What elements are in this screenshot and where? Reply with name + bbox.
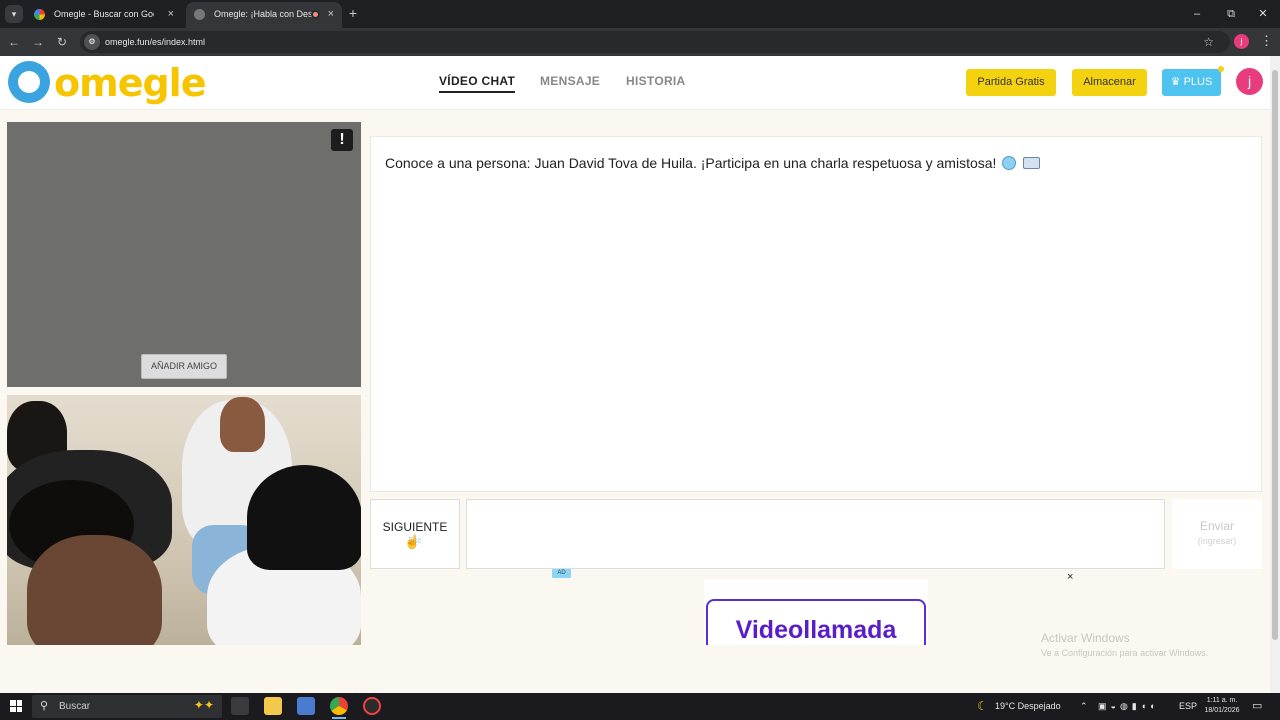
weather-text[interactable]: 19°C Despejado [995,693,1061,720]
new-tab-button[interactable]: + [346,5,360,21]
bookmark-star-icon[interactable]: ☆ [1203,31,1214,53]
recording-indicator-icon [311,10,320,19]
microsoft-store-icon[interactable] [297,697,315,715]
browser-tab-strip: ▾ Omegle - Buscar con Google × Omegle: ¡… [0,0,1280,28]
nav-historia[interactable]: HISTORIA [626,56,686,110]
tray-chevron-icon[interactable]: ⌃ [1080,693,1088,720]
next-button-label: SIGUIENTE [382,520,448,534]
plus-button[interactable]: ♛ PLUS [1162,69,1221,96]
browser-tab-omegle[interactable]: Omegle: ¡Habla con Descon × [186,2,342,28]
minimize-button[interactable]: – [1180,0,1214,28]
site-header: omegle VÍDEO CHAT MENSAJE HISTORIA Parti… [0,56,1270,110]
system-message: Conoce a una persona: Juan David Tova de… [385,155,1041,171]
user-avatar[interactable]: j [1236,68,1263,95]
forward-icon[interactable]: → [29,33,47,51]
windows-taskbar: ⚲ Buscar ✦✦ ☾ 19°C Despejado ⌃ ▣◒◍▮◖◐ ES… [0,693,1280,720]
ad-badge: AD [552,569,571,578]
windows-activation-watermark: Activar Windows Ve a Configuración para … [1041,631,1208,658]
watermark-subtitle: Ve a Configuración para activar Windows. [1041,648,1209,658]
back-icon[interactable]: ← [5,33,23,51]
language-indicator[interactable]: ESP [1179,693,1197,720]
restore-button[interactable]: ⧉ [1214,0,1248,28]
browser-menu-icon[interactable]: ⋮ [1260,33,1273,49]
tray-status-icons[interactable]: ▣◒◍▮◖◐ [1098,693,1160,720]
chrome-icon[interactable] [330,697,348,715]
ad-close-icon[interactable]: × [1067,571,1073,583]
taskbar-search[interactable]: ⚲ Buscar ✦✦ [32,695,222,718]
browser-tab-google[interactable]: Omegle - Buscar con Google × [26,2,182,28]
partida-gratis-button[interactable]: Partida Gratis [966,69,1056,96]
nav-video-chat[interactable]: VÍDEO CHAT [439,56,516,110]
taskbar-clock[interactable]: 1:11 a. m. 18/01/2026 [1197,696,1247,716]
url-text[interactable]: omegle.fun/es/index.html [105,31,205,53]
message-input[interactable] [466,499,1165,569]
send-button-label: Enviar [1199,519,1234,533]
globe-emoji-icon [1002,156,1017,170]
logo-bubble-icon [8,61,50,103]
clock-date: 18/01/2026 [1204,707,1240,714]
clock-time: 1:11 a. m. [1206,697,1238,704]
system-message-text: Conoce a una persona: Juan David Tova de… [385,155,997,171]
file-explorer-icon[interactable] [264,697,282,715]
close-tab-icon[interactable]: × [328,2,334,26]
stranger-video: ! AÑADIR AMIGO [7,122,361,387]
page-scrollbar[interactable] [1270,56,1280,693]
plus-notification-dot [1218,66,1224,72]
chat-log: Conoce a una persona: Juan David Tova de… [370,136,1262,492]
search-icon: ⚲ [40,700,49,712]
nav-mensaje[interactable]: MENSAJE [540,56,600,110]
search-highlight-icon: ✦✦ [193,698,214,712]
watermark-title: Activar Windows [1041,631,1130,645]
reload-icon[interactable]: ↻ [53,33,71,51]
video-person [247,465,361,570]
site-info-icon[interactable]: ⚙ [84,34,100,50]
send-button[interactable]: Enviar (ingresar) [1172,499,1262,569]
chrome-active-indicator [332,717,346,719]
google-favicon-icon [34,9,45,20]
tab-search-button[interactable]: ▾ [5,5,23,23]
close-window-button[interactable]: ✕ [1246,0,1280,28]
video-person [27,535,162,659]
address-bar-row: ← → ↻ ⚙ omegle.fun/es/index.html ☆ [0,28,1280,56]
task-view-icon[interactable] [231,697,249,715]
screen-recorder-icon[interactable] [363,697,381,715]
self-video [7,395,361,659]
scrollbar-thumb[interactable] [1272,70,1278,640]
omegle-logo[interactable]: omegle [8,61,206,105]
tab-title: Omegle: ¡Habla con Descon [214,9,314,19]
report-button[interactable]: ! [331,129,353,151]
taskbar-search-placeholder: Buscar [59,701,91,712]
almacenar-button[interactable]: Almacenar [1072,69,1147,96]
video-person [220,397,265,452]
computer-emoji-icon [1023,157,1041,169]
ad-headline[interactable]: Videollamada [704,615,928,645]
omnibox[interactable]: ⚙ omegle.fun/es/index.html ☆ [80,31,1230,53]
moon-weather-icon: ☾ [977,699,988,713]
ad-banner[interactable]: Videollamada [704,579,928,659]
close-tab-icon[interactable]: × [168,2,174,26]
hand-cursor-icon: ☝ [404,534,421,549]
omegle-favicon-icon [194,9,205,20]
send-button-shortcut: (ingresar) [1197,536,1237,546]
tab-title: Omegle - Buscar con Google [54,9,154,19]
add-friend-button[interactable]: AÑADIR AMIGO [141,354,227,379]
logo-text: omegle [54,61,206,105]
windows-start-icon[interactable] [10,700,22,712]
notifications-icon[interactable]: ▭ [1252,693,1262,720]
browser-profile-avatar[interactable]: j [1234,34,1249,49]
